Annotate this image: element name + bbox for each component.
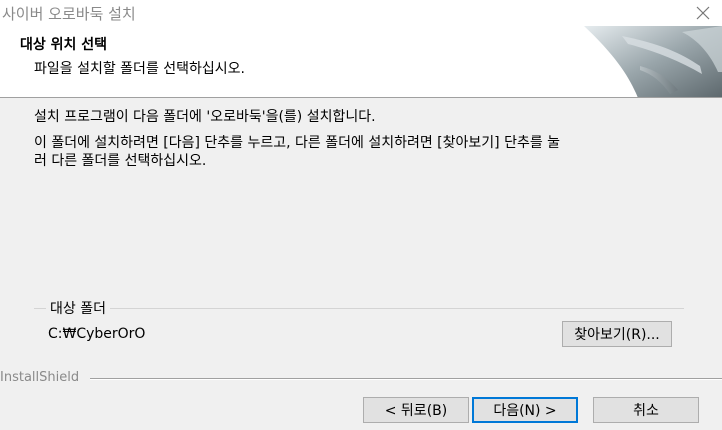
window-title: 사이버 오로바둑 설치	[2, 5, 136, 23]
next-button[interactable]: 다음(N) >	[472, 397, 578, 423]
installer-graphic	[584, 26, 722, 97]
wizard-header: 대상 위치 선택 파일을 설치할 폴더를 선택하십시오.	[0, 26, 722, 98]
footer-divider	[90, 378, 722, 380]
destination-folder-label: 대상 폴더	[46, 298, 110, 318]
installshield-brand: InstallShield	[0, 370, 80, 385]
close-icon[interactable]	[694, 4, 712, 22]
title-bar: 사이버 오로바둑 설치	[0, 0, 722, 26]
back-button[interactable]: < 뒤로(B)	[363, 397, 469, 423]
cancel-button[interactable]: 취소	[593, 397, 699, 423]
page-subtitle: 파일을 설치할 폴더를 선택하십시오.	[34, 61, 245, 77]
instruction-text-line: 이 폴더에 설치하려면 [다음] 단추를 누르고, 다른 폴더에 설치하려면 […	[34, 135, 561, 151]
instruction-text-line: 러 다른 폴더를 선택하십시오.	[34, 153, 207, 169]
info-text-line: 설치 프로그램이 다음 폴더에 '오로바둑'을(를) 설치합니다.	[34, 109, 376, 125]
destination-path: C:₩CyberOrO	[48, 326, 146, 342]
browse-button[interactable]: 찾아보기(R)...	[562, 321, 672, 347]
page-title: 대상 위치 선택	[20, 37, 108, 53]
